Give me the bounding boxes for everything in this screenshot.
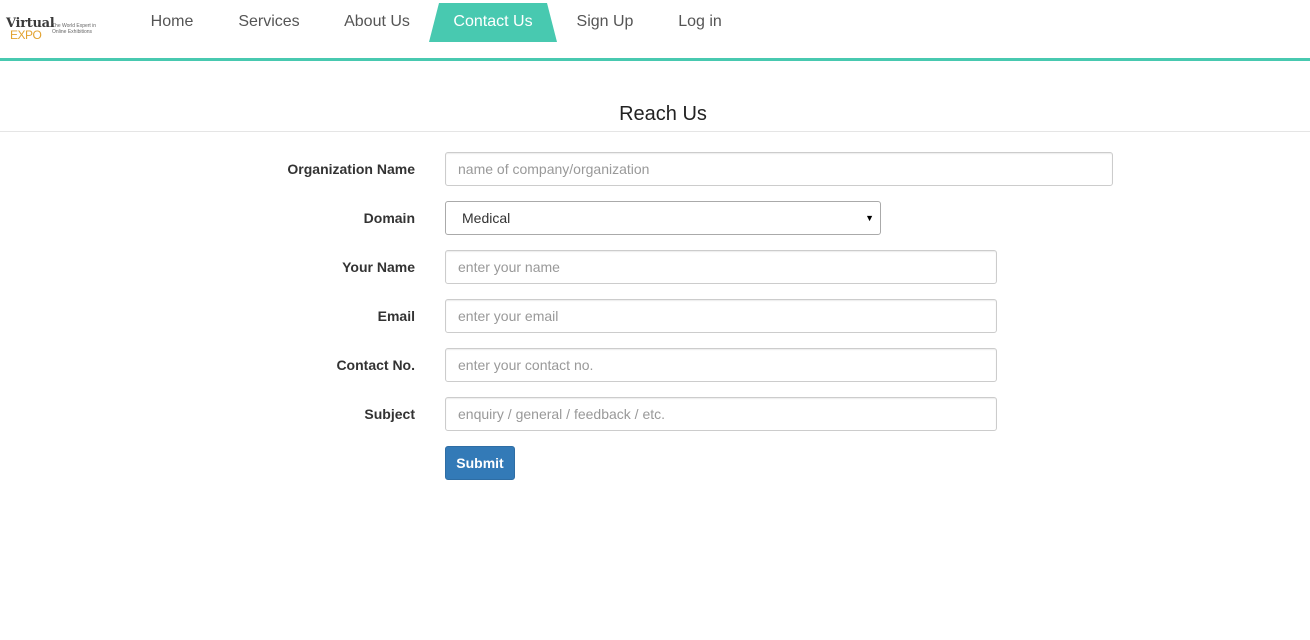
nav-home[interactable]: Home <box>140 0 204 42</box>
domain-selected-value: Medical <box>462 210 511 226</box>
contact-no-input[interactable] <box>445 348 997 382</box>
top-navbar: Virtual EXPO The World Expert in Online … <box>0 0 1310 61</box>
submit-button[interactable]: Submit <box>445 446 515 480</box>
virtual-expo-logo[interactable]: Virtual EXPO The World Expert in Online … <box>6 16 96 44</box>
title-divider <box>0 131 1310 132</box>
logo-tagline: The World Expert in Online Exhibitions <box>52 23 97 35</box>
nav-contact-us-label: Contact Us <box>453 13 533 30</box>
email-label: Email <box>377 308 415 324</box>
subject-input[interactable] <box>445 397 997 431</box>
nav-contact-us[interactable]: Contact Us <box>429 0 557 42</box>
organization-name-label: Organization Name <box>287 161 415 177</box>
domain-label: Domain <box>363 210 415 226</box>
page-title: Reach Us <box>619 103 707 125</box>
nav-sign-up[interactable]: Sign Up <box>568 0 642 42</box>
logo-text-expo: EXPO <box>10 28 42 42</box>
dropdown-arrow-icon: ▼ <box>865 213 874 223</box>
email-input[interactable] <box>445 299 997 333</box>
domain-select[interactable]: Medical ▼ <box>445 201 881 235</box>
nav-about-us[interactable]: About Us <box>336 0 418 42</box>
contact-no-label: Contact No. <box>336 357 415 373</box>
organization-name-input[interactable] <box>445 152 1113 186</box>
nav-log-in[interactable]: Log in <box>670 0 730 42</box>
subject-label: Subject <box>364 406 415 422</box>
your-name-input[interactable] <box>445 250 997 284</box>
your-name-label: Your Name <box>342 259 415 275</box>
nav-services[interactable]: Services <box>230 0 308 42</box>
